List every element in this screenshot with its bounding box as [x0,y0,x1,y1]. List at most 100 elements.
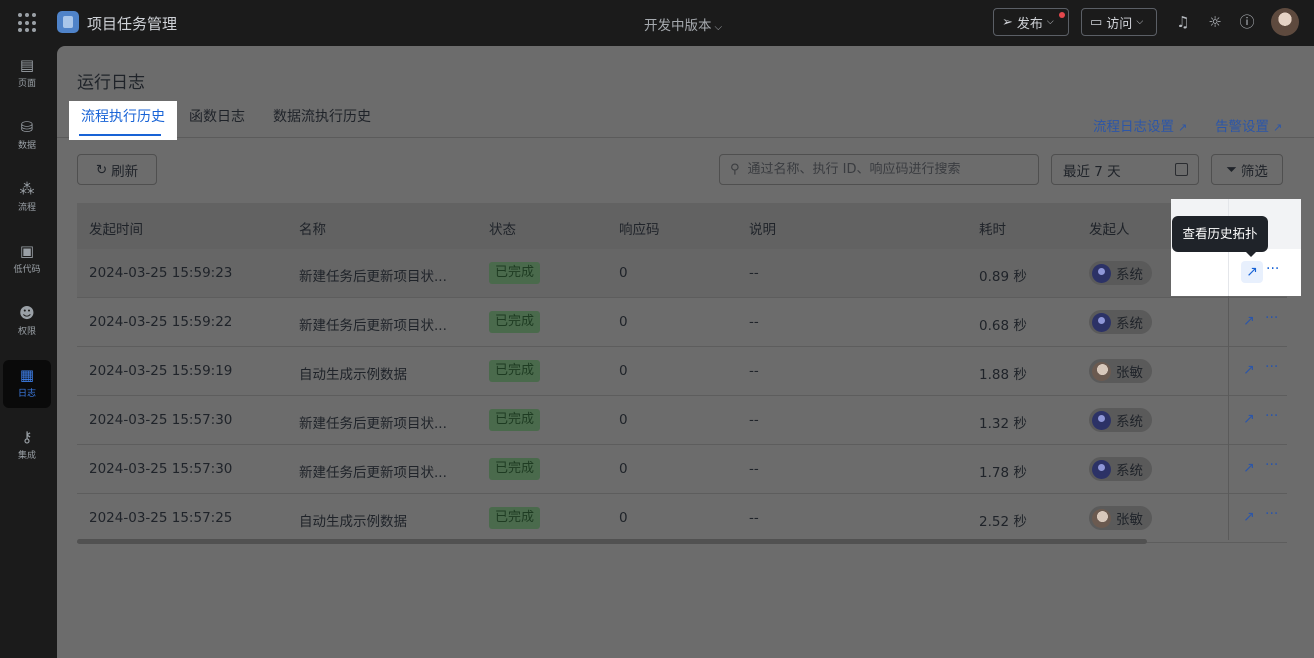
log-icon: ▦ [19,366,35,384]
version-selector[interactable]: 开发中版本 ⌵ [644,14,722,34]
sidebar-item-lowcode[interactable]: ▣ 低代码 [3,236,51,284]
cell-code: 0 [619,461,628,477]
sidebar-item-label: 低代码 [13,265,41,275]
sidebar-item-pages[interactable]: ▤ 页面 [3,50,51,98]
column-header-code: 响应码 [619,222,660,238]
chevron-down-icon: ⌵ [1136,17,1144,27]
more-icon[interactable]: ··· [1266,261,1279,277]
search-input[interactable] [747,162,1028,177]
more-icon[interactable]: ··· [1265,506,1278,522]
sidebar-item-permissions[interactable]: ☻ 权限 [3,298,51,346]
cell-time: 2024-03-25 15:57:30 [89,412,233,428]
view-topology-icon[interactable]: ↗ [1243,411,1255,427]
initiator-name: 系统 [1116,267,1143,283]
table-row[interactable]: 2024-03-25 15:59:22 新建任务后更新项目状... 已完成 0 -- 0.… [77,298,1287,347]
cell-note: -- [749,265,759,281]
table-row[interactable]: 2024-03-25 15:57:25 自动生成示例数据 已完成 0 -- 2.52 秒 张… [77,494,1287,543]
alert-settings-link[interactable]: 告警设置 ↗ [1215,115,1282,135]
publish-button[interactable]: ➢ 发布 ⌵ [993,8,1069,36]
more-icon[interactable]: ··· [1265,359,1278,375]
tab-function-logs[interactable]: 函数日志 [189,106,245,126]
status-badge: 已完成 [489,360,541,382]
page-icon: ▤ [19,56,35,74]
initiator-chip: 张敏 [1089,506,1152,530]
send-icon: ➢ [1002,14,1013,30]
cell-note: -- [749,510,759,526]
cell-name: 新建任务后更新项目状... [299,318,447,334]
help-icon[interactable]: ⓘ [1238,13,1256,31]
lightbulb-icon[interactable]: ☼ [1206,13,1224,31]
status-badge: 已完成 [489,507,541,529]
view-topology-icon[interactable]: ↗ [1243,313,1255,329]
table-row[interactable]: 2024-03-25 15:57:30 新建任务后更新项目状... 已完成 0 -- 1.… [77,445,1287,494]
column-header-name: 名称 [299,222,326,238]
view-topology-icon[interactable]: ↗ [1243,509,1255,525]
flow-log-settings-link[interactable]: 流程日志设置 ↗ [1093,115,1187,135]
bell-icon[interactable]: ♫ [1174,13,1192,31]
visit-label: 访问 [1106,16,1133,32]
table-row[interactable]: 2024-03-25 15:57:30 新建任务后更新项目状... 已完成 0 -- 1.… [77,396,1287,445]
tab-dataflow-history[interactable]: 数据流执行历史 [273,106,371,126]
cell-duration: 0.89 秒 [979,269,1027,285]
column-header-duration: 耗时 [979,222,1006,238]
cell-duration: 1.32 秒 [979,416,1027,432]
sidebar-item-integration[interactable]: ⚷ 集成 [3,422,51,470]
column-header-time: 发起时间 [89,222,143,238]
filter-button[interactable]: ⏷ 筛选 [1211,154,1283,185]
user-avatar [1092,508,1111,528]
tab-flow-history[interactable]: 流程执行历史 [69,101,177,140]
sidebar-item-data[interactable]: ⛁ 数据 [3,112,51,160]
view-topology-icon[interactable]: ↗ [1243,362,1255,378]
database-icon: ⛁ [20,118,34,136]
status-badge: 已完成 [489,262,541,284]
monitor-icon: ▭ [1090,14,1103,30]
filter-icon: ⏷ [1226,161,1237,178]
cell-note: -- [749,314,759,330]
more-icon[interactable]: ··· [1265,310,1278,326]
filter-label: 筛选 [1240,163,1268,180]
external-link-icon: ↗ [1273,121,1283,134]
link-label: 告警设置 [1215,119,1269,135]
date-range-picker[interactable]: 最近 7 天 [1051,154,1199,185]
sidebar-item-label: 页面 [17,79,36,89]
cell-time: 2024-03-25 15:59:23 [89,265,233,281]
sidebar-item-logs[interactable]: ▦ 日志 [3,360,51,408]
status-badge: 已完成 [489,311,541,333]
table-row[interactable]: 2024-03-25 15:59:23 新建任务后更新项目状... 已完成 0 -- 0.… [77,249,1287,298]
sidebar-item-label: 集成 [17,451,36,461]
top-bar: 项目任务管理 开发中版本 ⌵ ➢ 发布 ⌵ ▭ 访问 ⌵ ♫ ☼ ⓘ [0,0,1314,46]
initiator-chip: 系统 [1089,408,1152,432]
system-user-icon [1092,459,1111,479]
initiator-name: 系统 [1116,463,1143,479]
cell-time: 2024-03-25 15:57:25 [89,510,233,526]
app-grid-icon[interactable] [18,13,38,33]
notification-dot [1059,12,1065,18]
more-icon[interactable]: ··· [1265,408,1278,424]
user-avatar[interactable] [1271,8,1299,36]
left-sidebar: ▤ 页面 ⛁ 数据 ⁂ 流程 ▣ 低代码 ☻ 权限 ▦ 日志 ⚷ 集成 [0,46,56,658]
more-icon[interactable]: ··· [1265,457,1278,473]
system-user-icon [1092,410,1111,430]
initiator-chip: 张敏 [1089,359,1152,383]
sidebar-item-flow[interactable]: ⁂ 流程 [3,174,51,222]
sidebar-item-label: 数据 [17,141,36,151]
cell-duration: 2.52 秒 [979,514,1027,530]
refresh-button[interactable]: ↻ 刷新 [77,154,157,185]
system-user-icon [1092,312,1111,332]
visit-button[interactable]: ▭ 访问 ⌵ [1081,8,1157,36]
view-topology-icon[interactable]: ↗ [1243,460,1255,476]
status-badge: 已完成 [489,409,541,431]
publish-label: 发布 [1016,16,1043,32]
app-name: 项目任务管理 [87,15,178,33]
refresh-label: 刷新 [111,163,139,180]
search-icon: ⚲ [730,162,740,177]
key-icon: ⚷ [21,428,33,446]
cell-time: 2024-03-25 15:59:22 [89,314,233,330]
horizontal-scrollbar[interactable] [77,539,1147,544]
table-row[interactable]: 2024-03-25 15:59:19 自动生成示例数据 已完成 0 -- 1.88 秒 张… [77,347,1287,396]
sidebar-item-label: 权限 [17,327,36,337]
initiator-chip: 系统 [1089,261,1152,285]
view-topology-icon[interactable]: ↗ [1241,261,1263,283]
cell-time: 2024-03-25 15:57:30 [89,461,233,477]
search-box: ⚲ [719,154,1039,185]
